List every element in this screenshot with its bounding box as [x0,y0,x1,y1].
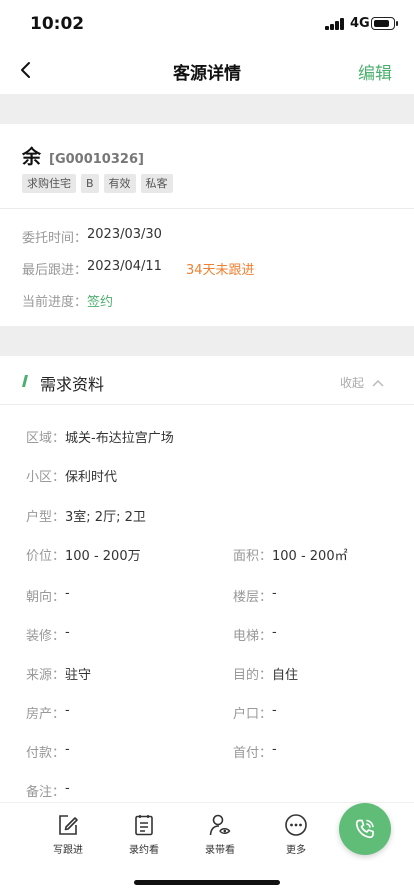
tag-demand-type: 求购住宅 [22,174,76,193]
property-label: 房产： [26,707,66,722]
orientation-value: - [65,586,70,601]
remark-field: 备注： - [26,781,70,800]
tab-write-follow-up[interactable]: 写跟进 [38,813,98,856]
tab-label: 录带看 [205,845,235,856]
status-bar: 10:02 4G [0,0,414,48]
follow-warning: 34天未跟进 [185,263,255,278]
network-type: 4G [350,16,370,31]
property-value: - [65,703,70,718]
tab-record-appointment[interactable]: 录约看 [114,813,174,856]
price-field: 价位： 100 - 200万 [26,545,141,564]
requirements-section-header: 需求资料 收起 [0,362,414,400]
status-time: 10:02 [30,14,85,34]
chevron-up-icon [372,379,384,387]
down-payment-field: 首付： - [233,742,277,761]
divider [0,208,414,209]
entrust-time-label: 委托时间： [22,231,88,246]
community-label: 小区： [26,470,66,485]
tab-record-viewing[interactable]: 录带看 [190,813,250,856]
progress-label: 当前进度： [22,295,88,310]
entrust-time-row: 委托时间： 2023/03/30 [22,227,162,246]
tag-grade: B [81,174,99,193]
signal-icon [325,18,345,30]
collapse-toggle[interactable]: 收起 [340,374,384,391]
clipboard-icon [135,815,153,836]
down-payment-label: 首付： [233,746,273,761]
purpose-value: 自住 [272,668,299,683]
source-field: 来源： 驻守 [26,664,91,683]
customer-tags: 求购住宅 B 有效 私客 [22,174,178,193]
elevator-field: 电梯： - [233,625,277,644]
edit-button[interactable]: 编辑 [358,59,392,84]
source-label: 来源： [26,668,66,683]
section-accent-icon [22,375,28,387]
entrust-time-value: 2023/03/30 [87,227,162,242]
purpose-field: 目的： 自住 [233,664,298,683]
floor-value: - [272,586,277,601]
down-payment-value: - [272,742,277,757]
community-field: 小区： 保利时代 [26,466,117,485]
hukou-label: 户口： [233,707,273,722]
last-follow-row: 最后跟进： 2023/04/11 34天未跟进 [22,259,255,278]
customer-header: 余 [G00010326] [22,142,144,169]
property-field: 房产： - [26,703,70,722]
call-button[interactable] [339,803,391,855]
payment-label: 付款： [26,746,66,761]
source-value: 驻守 [65,668,92,683]
decoration-label: 装修： [26,629,66,644]
elevator-value: - [272,625,277,640]
elevator-label: 电梯： [233,629,273,644]
district-value: 城关-布达拉宫广场 [65,431,174,446]
section-title: 需求资料 [40,375,105,394]
floor-label: 楼层： [233,590,273,605]
layout-field: 户型： 3室; 2厅; 2卫 [26,506,146,525]
progress-row: 当前进度： 签约 [22,291,113,310]
district-field: 区域： 城关-布达拉宫广场 [26,427,174,446]
edit-note-icon [59,815,78,835]
hukou-value: - [272,703,277,718]
tag-ownership: 私客 [140,174,173,193]
floor-field: 楼层： - [233,586,277,605]
remark-value: - [65,781,70,796]
last-follow-value: 2023/04/11 [87,259,162,274]
tab-more[interactable]: 更多 [266,813,326,856]
phone-call-icon [355,819,374,839]
layout-label: 户型： [26,510,66,525]
hukou-field: 户口： - [233,703,277,722]
payment-value: - [65,742,70,757]
area-value: 100 - 200㎡ [272,549,348,564]
customer-name: 余 [22,146,42,168]
decoration-value: - [65,625,70,640]
collapse-label: 收起 [339,376,364,390]
last-follow-label: 最后跟进： [22,263,88,278]
tab-label: 更多 [286,845,306,856]
section-separator [0,326,414,356]
remark-label: 备注： [26,785,66,800]
tag-status: 有效 [103,174,136,193]
more-dots-icon [285,814,307,836]
nav-bar: 客源详情 编辑 [0,48,414,94]
area-field: 面积： 100 - 200㎡ [233,545,348,564]
tab-label: 录约看 [129,845,159,856]
battery-icon [371,17,398,30]
customer-code: [G00010326] [49,152,144,167]
user-eye-icon [209,814,231,836]
divider [0,404,414,405]
progress-value: 签约 [87,295,114,310]
price-value: 100 - 200万 [65,549,141,564]
district-label: 区域： [26,431,66,446]
orientation-field: 朝向： - [26,586,70,605]
purpose-label: 目的： [233,668,273,683]
area-label: 面积： [233,549,273,564]
tab-label: 写跟进 [53,845,83,856]
decoration-field: 装修： - [26,625,70,644]
price-label: 价位： [26,549,66,564]
orientation-label: 朝向： [26,590,66,605]
page-title: 客源详情 [173,64,241,84]
community-value: 保利时代 [65,470,118,485]
payment-field: 付款： - [26,742,70,761]
home-indicator [134,880,280,885]
top-separator [0,94,414,124]
layout-value: 3室; 2厅; 2卫 [65,510,146,525]
